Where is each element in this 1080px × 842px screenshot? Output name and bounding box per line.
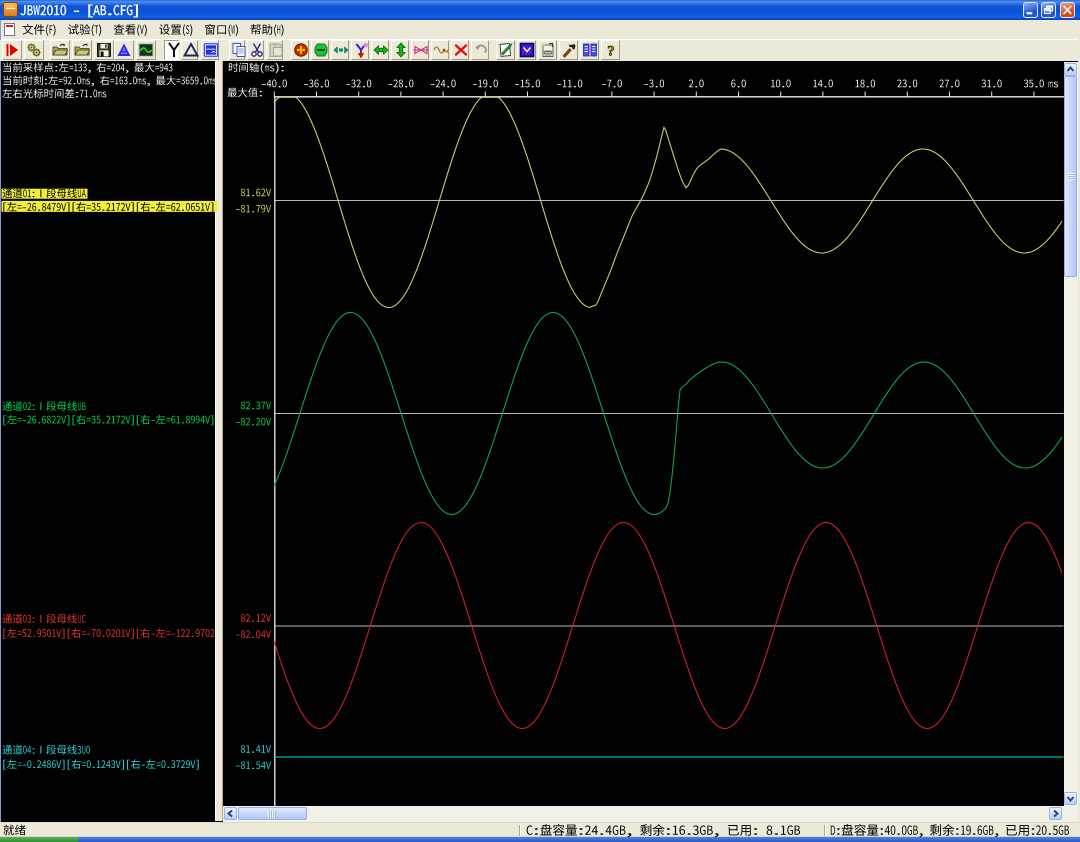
svg-text:?: ? — [607, 44, 615, 59]
